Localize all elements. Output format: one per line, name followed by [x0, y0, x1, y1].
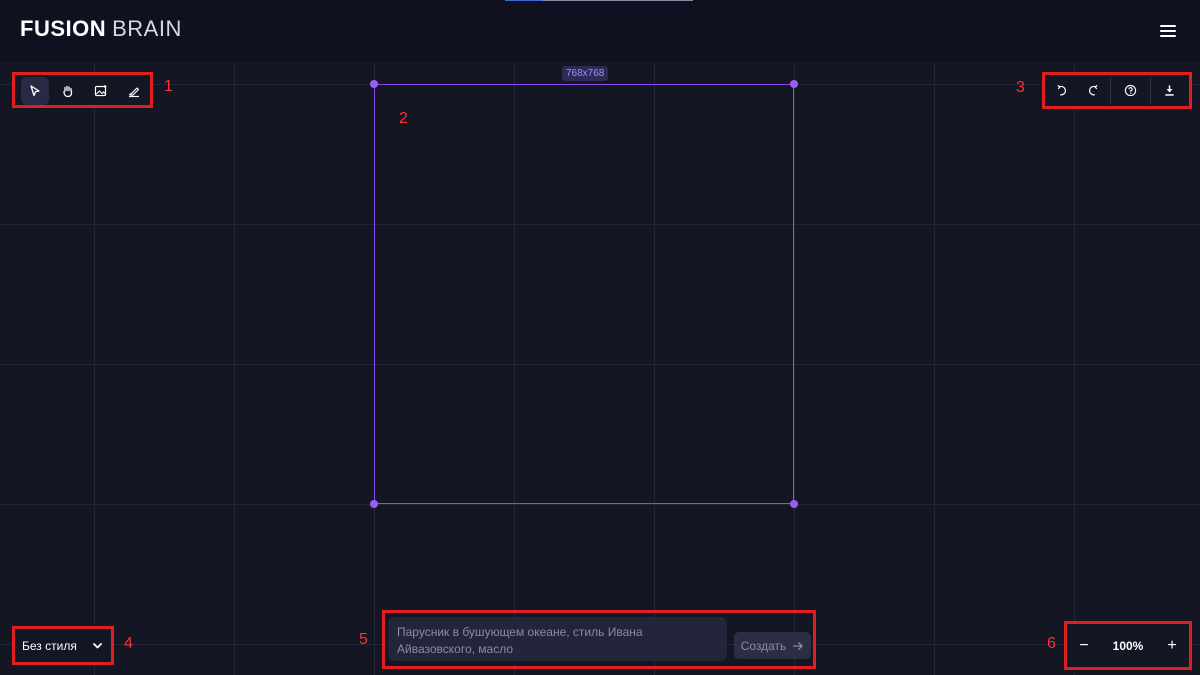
resize-handle-bottom-left[interactable] — [370, 500, 378, 508]
logo[interactable]: FUSION BRAIN — [20, 16, 182, 42]
canvas-size-badge: 768x768 — [562, 66, 609, 81]
annotation-number-2: 2 — [399, 110, 408, 127]
menu-line — [1160, 25, 1176, 27]
resize-handle-bottom-right[interactable] — [790, 500, 798, 508]
annotation-box-5 — [382, 610, 816, 669]
annotation-number-6: 6 — [1047, 635, 1056, 652]
annotation-box-6 — [1064, 621, 1192, 670]
annotation-box-1 — [12, 72, 153, 108]
progress-segment — [505, 0, 543, 1]
resize-handle-top-left[interactable] — [370, 80, 378, 88]
logo-light-text: BRAIN — [112, 16, 182, 41]
annotation-box-4 — [12, 626, 114, 665]
annotation-number-4: 4 — [124, 635, 133, 652]
menu-line — [1160, 30, 1176, 32]
top-bar: FUSION BRAIN — [0, 0, 1200, 62]
annotation-number-5: 5 — [359, 631, 368, 648]
resize-handle-top-right[interactable] — [790, 80, 798, 88]
menu-line — [1160, 35, 1176, 37]
top-progress-line — [505, 0, 693, 1]
annotation-box-3 — [1042, 72, 1192, 109]
hamburger-icon[interactable] — [1160, 24, 1176, 38]
annotation-number-3: 3 — [1016, 79, 1025, 96]
generation-canvas-frame[interactable] — [374, 84, 794, 504]
annotation-number-1: 1 — [164, 78, 173, 95]
logo-bold-text: FUSION — [20, 16, 107, 41]
